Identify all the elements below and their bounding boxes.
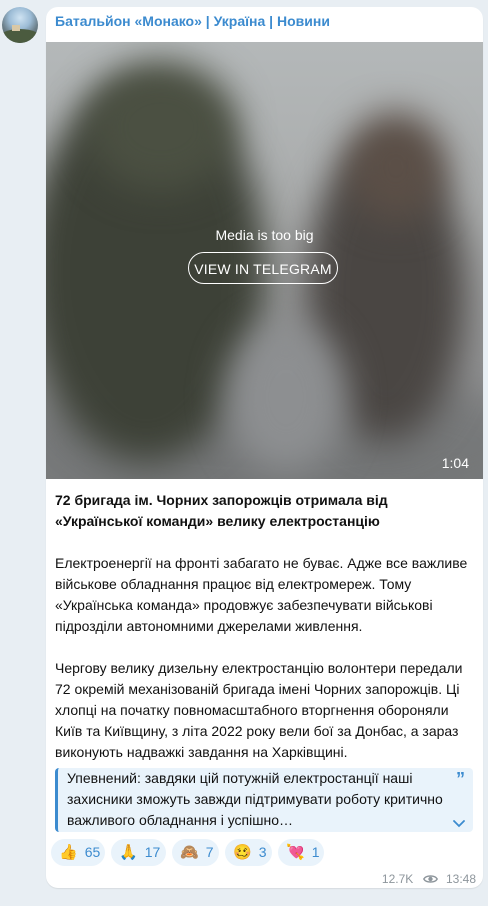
monkey-icon: 🙈	[180, 844, 199, 861]
media-status: Media is too big	[215, 227, 314, 243]
reaction-count: 3	[258, 844, 267, 860]
channel-avatar[interactable]	[2, 7, 38, 43]
blurred-head-left	[86, 62, 236, 192]
quote-text: Упевнений: завдяки цій потужній електрос…	[67, 770, 443, 828]
quote-icon: ”	[456, 769, 465, 789]
avatar-landscape	[2, 29, 38, 43]
post-paragraph-1: Електроенергії на фронті забагато не був…	[55, 555, 468, 634]
reaction-see-no-evil[interactable]: 🙈 7	[172, 839, 219, 866]
message-bubble: Батальйон «Монако» | Україна | Новини Me…	[46, 7, 483, 888]
reaction-heart-arrow[interactable]: 💘 1	[278, 839, 324, 866]
view-count: 12.7K	[381, 871, 414, 886]
reaction-count: 1	[311, 844, 320, 860]
video-preview[interactable]: Media is too big VIEW IN TELEGRAM 1:04	[46, 42, 483, 479]
eye-icon	[422, 875, 438, 883]
post-paragraph-2: Чергову велику дизельну електростанцію в…	[55, 660, 463, 760]
channel-name[interactable]: Батальйон «Монако» | Україна | Новини	[55, 13, 330, 29]
chevron-down-icon[interactable]	[453, 820, 465, 828]
video-duration: 1:04	[441, 455, 469, 471]
pray-icon: 🙏	[119, 844, 138, 861]
message-time: 13:48	[445, 871, 476, 886]
blurred-head-right	[346, 112, 446, 222]
view-in-telegram-button[interactable]: VIEW IN TELEGRAM	[188, 252, 338, 284]
reaction-count: 17	[144, 844, 161, 860]
blockquote[interactable]: Упевнений: завдяки цій потужній електрос…	[55, 768, 473, 832]
reaction-thumbs-up[interactable]: 👍 65	[51, 839, 105, 866]
thumbs-up-icon: 👍	[59, 844, 78, 861]
message-footer: 12.7K 13:48	[382, 871, 476, 886]
blurred-hands	[226, 322, 346, 472]
avatar-building	[12, 25, 20, 31]
reaction-woozy[interactable]: 🥴 3	[225, 839, 272, 866]
post-title: 72 бригада ім. Чорних запорожців отримал…	[55, 492, 388, 529]
woozy-face-icon: 🥴	[233, 844, 252, 861]
heart-arrow-icon: 💘	[286, 844, 305, 861]
reaction-count: 65	[84, 844, 101, 860]
reaction-pray[interactable]: 🙏 17	[111, 839, 166, 866]
reaction-count: 7	[205, 844, 214, 860]
